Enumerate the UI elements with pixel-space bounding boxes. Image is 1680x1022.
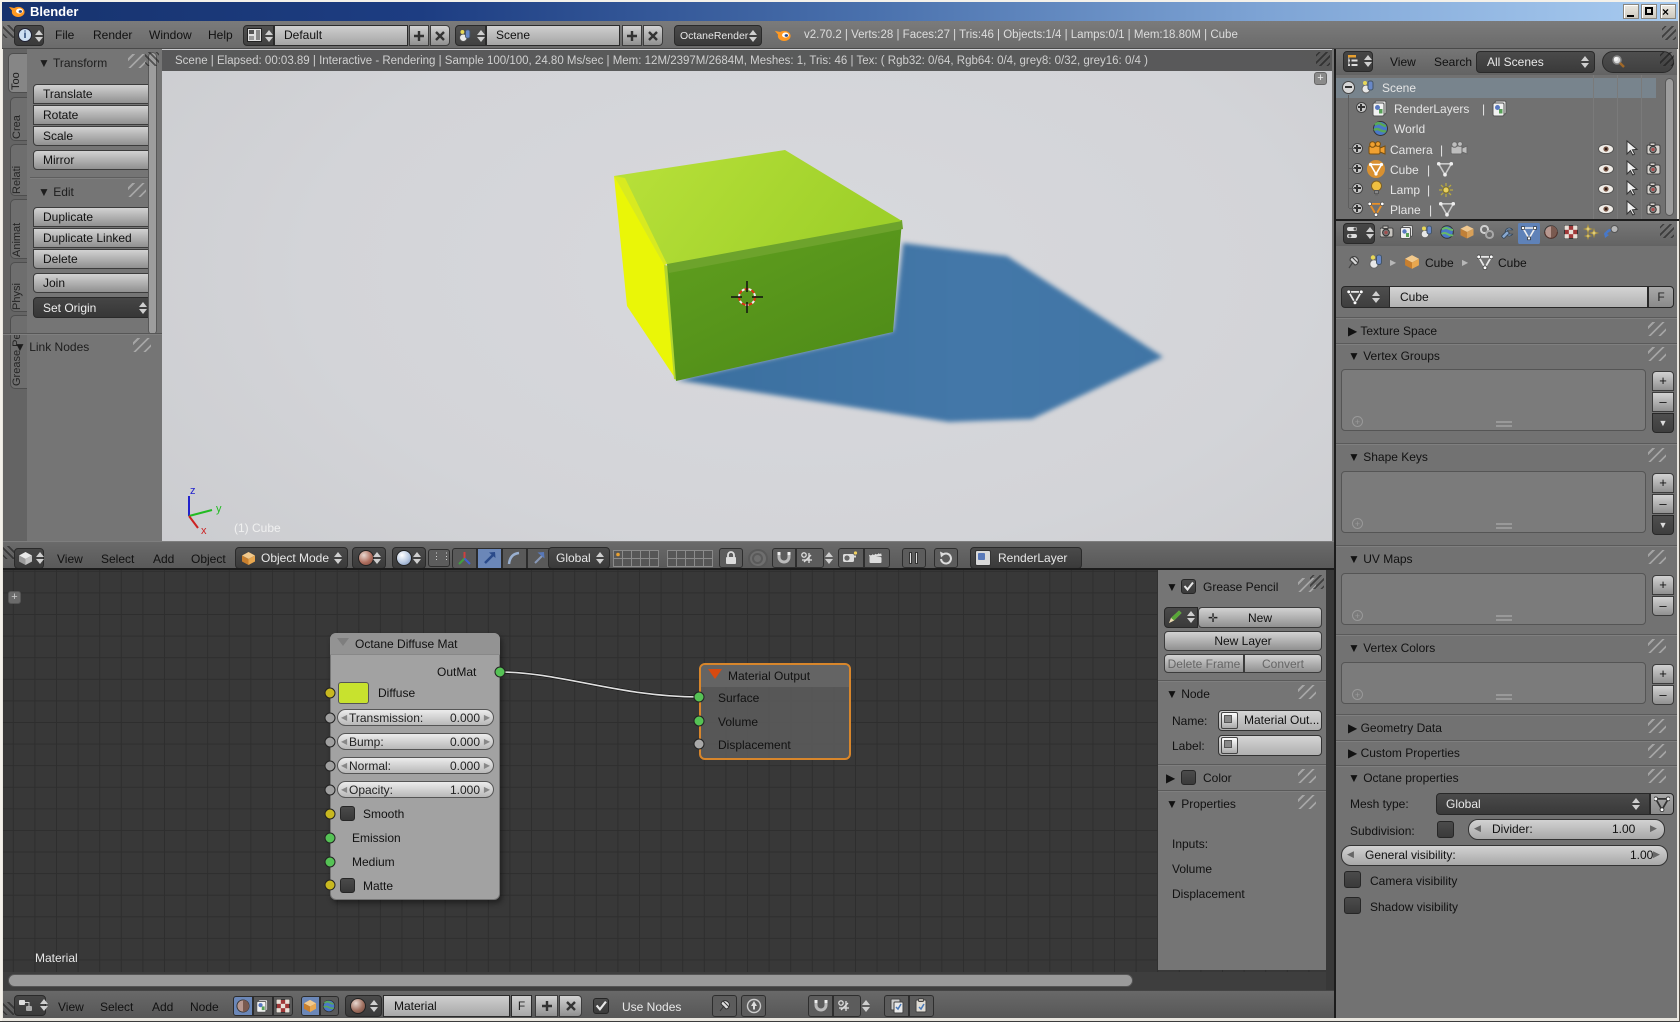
svg-text:z: z <box>190 485 196 497</box>
svg-text:y: y <box>216 503 222 515</box>
svg-text:x: x <box>201 525 207 537</box>
svg-text:(1) Cube: (1) Cube <box>234 521 281 535</box>
